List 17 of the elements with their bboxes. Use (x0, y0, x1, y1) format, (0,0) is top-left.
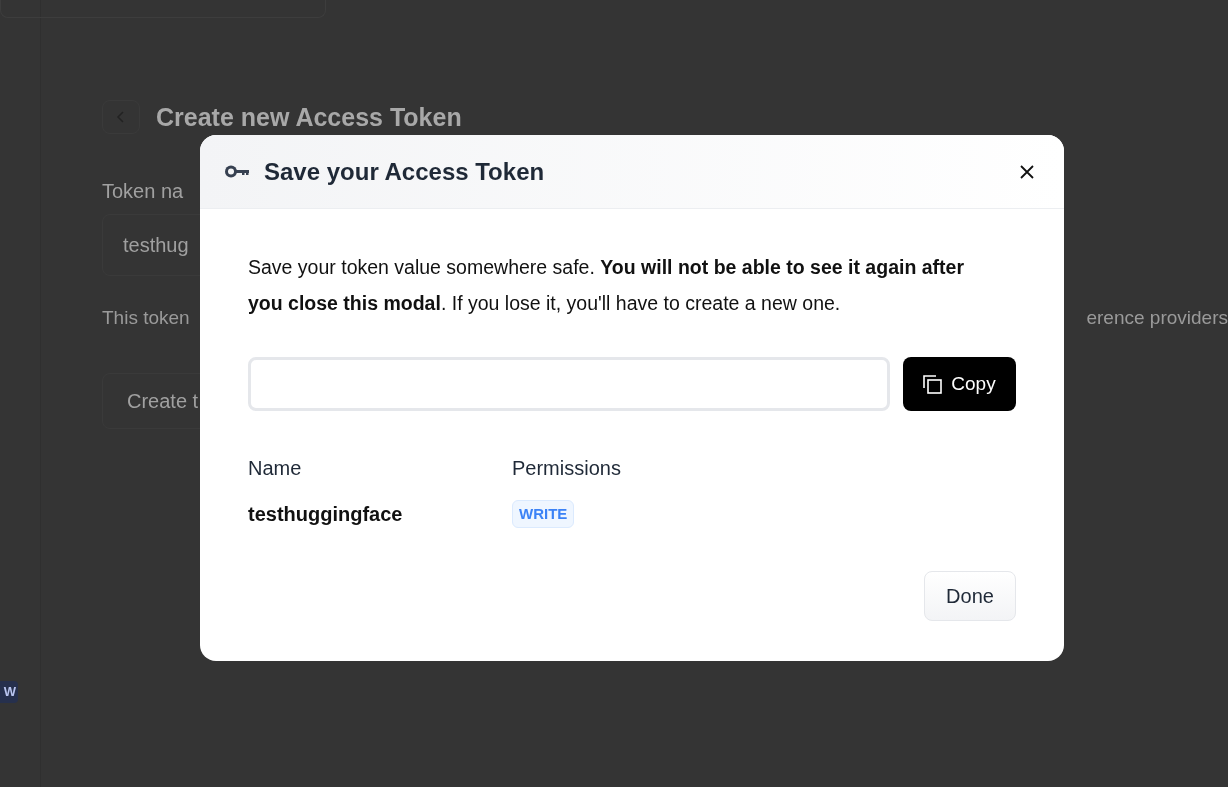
column-header: Name (248, 456, 303, 481)
key-icon (225, 165, 250, 178)
column-header: Permissions (512, 456, 622, 481)
helper-text: erence providers (1086, 306, 1228, 330)
page-title: Create new Access Token (156, 103, 462, 131)
token-name: testhuggingface (248, 502, 404, 527)
copy-icon (923, 374, 943, 394)
modal-title: Save your Access Token (264, 156, 546, 187)
permission-badge: WRITE (512, 499, 575, 529)
warning-message: Save your token value somewhere safe. You will not be able to see it again after you close this modal. If you lose it, you'll have to create a new one. (248, 255, 965, 316)
badge: W (0, 681, 18, 703)
done-button[interactable]: Done (924, 571, 1016, 621)
back-button[interactable] (102, 100, 140, 134)
helper-text: This token (102, 306, 190, 330)
token-field[interactable] (248, 357, 890, 411)
close-icon (1020, 164, 1034, 179)
copy-button[interactable]: Copy (903, 357, 1016, 411)
